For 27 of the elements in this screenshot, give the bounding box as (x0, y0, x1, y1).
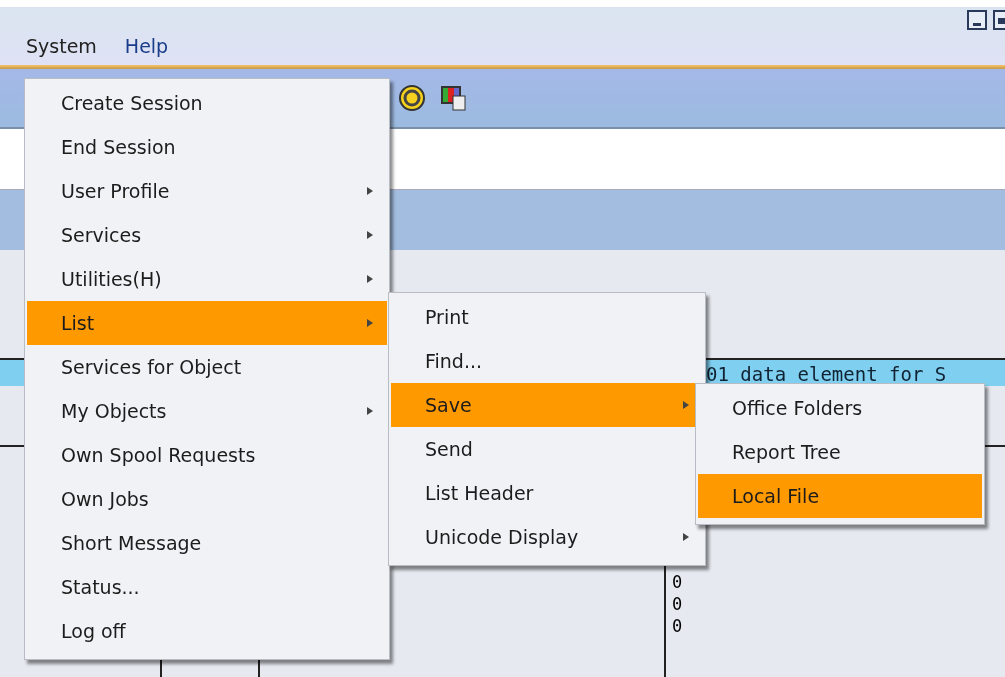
menu-item[interactable]: End Session (27, 125, 387, 169)
menu-item[interactable]: Own Spool Requests (27, 433, 387, 477)
help-icon[interactable] (398, 84, 426, 112)
menu-item[interactable]: Services for Object (27, 345, 387, 389)
restore-icon[interactable] (993, 10, 1005, 30)
menu-item[interactable]: Utilities(H) (27, 257, 387, 301)
menu-item[interactable]: Print (391, 295, 703, 339)
list-value: 0 (672, 616, 683, 636)
menu-item[interactable]: Local File (698, 474, 982, 518)
menu-item[interactable]: Report Tree (698, 430, 982, 474)
menu-item[interactable]: Short Message (27, 521, 387, 565)
menu-item[interactable]: Services (27, 213, 387, 257)
menu-item[interactable]: Log off (27, 609, 387, 653)
menu-item[interactable]: User Profile (27, 169, 387, 213)
menu-item[interactable]: Status... (27, 565, 387, 609)
menu-item[interactable]: Own Jobs (27, 477, 387, 521)
menu-item[interactable]: List (27, 301, 387, 345)
menu-item[interactable]: My Objects (27, 389, 387, 433)
list-row-text: 01 data element for S (706, 363, 947, 385)
layout-icon[interactable] (440, 85, 466, 111)
menu-bar-item[interactable]: Help (124, 15, 169, 57)
menu-item[interactable]: Unicode Display (391, 515, 703, 559)
list-value: 0 (672, 594, 683, 614)
minimize-icon[interactable] (967, 10, 987, 30)
menu-item[interactable]: Find... (391, 339, 703, 383)
menu-bar-item[interactable]: System (26, 15, 97, 57)
list-value: 0 (672, 572, 683, 592)
